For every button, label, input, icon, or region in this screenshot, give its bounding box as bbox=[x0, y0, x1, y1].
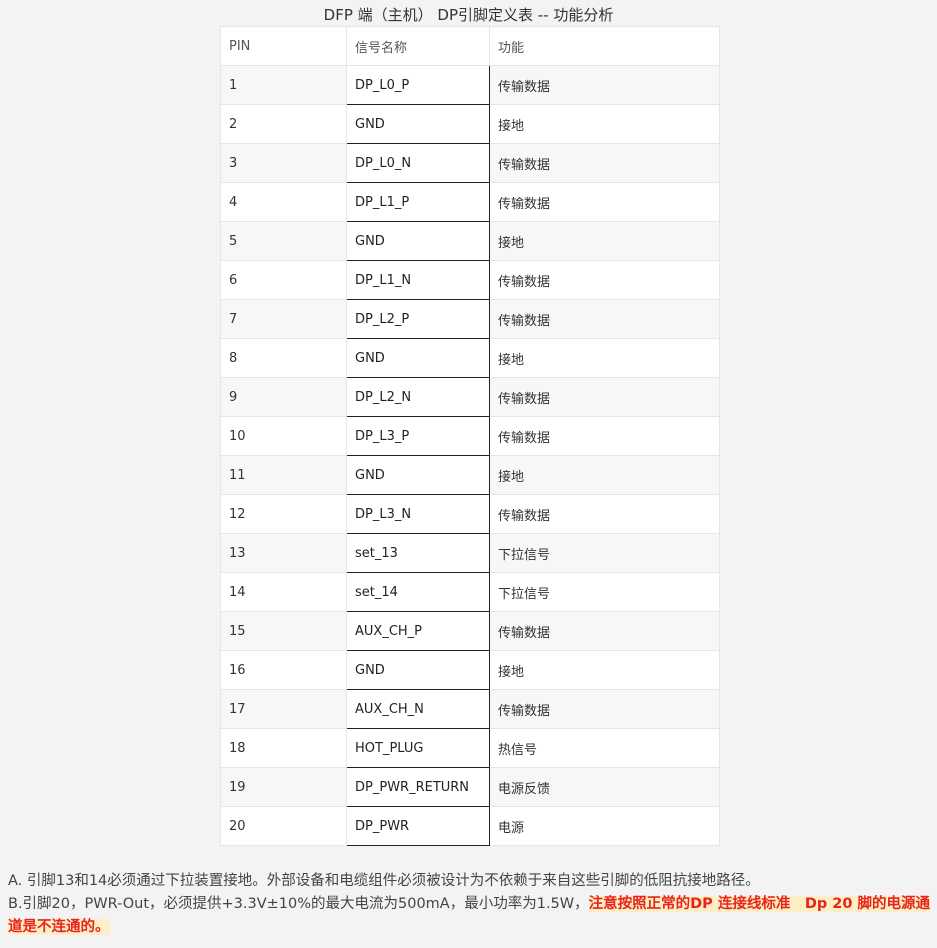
signal-name-cell: GND bbox=[346, 221, 490, 261]
table-row: 3 DP_L0_N 传输数据 bbox=[220, 143, 720, 183]
header-pin: PIN bbox=[220, 26, 347, 66]
signal-name-cell: DP_L0_P bbox=[346, 65, 490, 105]
table-body: 1 DP_L0_P 传输数据 2 GND 接地 3 DP_L0_N 传输数据 4 DP_L1_P 传输… bbox=[220, 65, 720, 846]
signal-name-cell: DP_L3_P bbox=[346, 416, 490, 456]
table-row: 4 DP_L1_P 传输数据 bbox=[220, 182, 720, 222]
signal-name-cell: DP_L2_P bbox=[346, 299, 490, 339]
table-row: 12 DP_L3_N 传输数据 bbox=[220, 494, 720, 534]
table-row: 18 HOT_PLUG 热信号 bbox=[220, 728, 720, 768]
pin-number-cell: 12 bbox=[220, 494, 347, 534]
table-row: 5 GND 接地 bbox=[220, 221, 720, 261]
function-cell: 下拉信号 bbox=[489, 533, 720, 573]
pin-number-cell: 20 bbox=[220, 806, 347, 846]
signal-name-cell: HOT_PLUG bbox=[346, 728, 490, 768]
table-header-row: PIN 信号名称 功能 bbox=[220, 26, 720, 66]
pin-number-cell: 9 bbox=[220, 377, 347, 417]
table-row: 13 set_13 下拉信号 bbox=[220, 533, 720, 573]
pin-number-cell: 11 bbox=[220, 455, 347, 495]
pin-number-cell: 2 bbox=[220, 104, 347, 144]
table-row: 19 DP_PWR_RETURN 电源反馈 bbox=[220, 767, 720, 807]
table-row: 10 DP_L3_P 传输数据 bbox=[220, 416, 720, 456]
header-signal-name: 信号名称 bbox=[346, 26, 490, 66]
pin-number-cell: 19 bbox=[220, 767, 347, 807]
function-cell: 接地 bbox=[489, 221, 720, 261]
pin-number-cell: 6 bbox=[220, 260, 347, 300]
table-row: 8 GND 接地 bbox=[220, 338, 720, 378]
function-cell: 传输数据 bbox=[489, 377, 720, 417]
pin-number-cell: 10 bbox=[220, 416, 347, 456]
signal-name-cell: DP_L1_N bbox=[346, 260, 490, 300]
signal-name-cell: DP_PWR bbox=[346, 806, 490, 846]
function-cell: 传输数据 bbox=[489, 611, 720, 651]
note-b: B.引脚20，PWR-Out，必须提供+3.3V±10%的最大电流为500mA，… bbox=[8, 893, 933, 939]
signal-name-cell: DP_L3_N bbox=[346, 494, 490, 534]
signal-name-cell: DP_L0_N bbox=[346, 143, 490, 183]
function-cell: 传输数据 bbox=[489, 143, 720, 183]
pin-number-cell: 5 bbox=[220, 221, 347, 261]
signal-name-cell: AUX_CH_N bbox=[346, 689, 490, 729]
table-row: 11 GND 接地 bbox=[220, 455, 720, 495]
note-b-text: B.引脚20，PWR-Out，必须提供+3.3V±10%的最大电流为500mA，… bbox=[8, 896, 589, 912]
table-row: 6 DP_L1_N 传输数据 bbox=[220, 260, 720, 300]
table-row: 17 AUX_CH_N 传输数据 bbox=[220, 689, 720, 729]
pin-number-cell: 3 bbox=[220, 143, 347, 183]
signal-name-cell: GND bbox=[346, 338, 490, 378]
function-cell: 传输数据 bbox=[489, 182, 720, 222]
function-cell: 接地 bbox=[489, 338, 720, 378]
signal-name-cell: GND bbox=[346, 650, 490, 690]
header-function: 功能 bbox=[489, 26, 720, 66]
pin-number-cell: 1 bbox=[220, 65, 347, 105]
function-cell: 传输数据 bbox=[489, 689, 720, 729]
table-row: 16 GND 接地 bbox=[220, 650, 720, 690]
table-caption: DFP 端（主机） DP引脚定义表 -- 功能分析 bbox=[323, 6, 614, 24]
function-cell: 传输数据 bbox=[489, 260, 720, 300]
pin-number-cell: 16 bbox=[220, 650, 347, 690]
pin-number-cell: 8 bbox=[220, 338, 347, 378]
pin-number-cell: 7 bbox=[220, 299, 347, 339]
function-cell: 接地 bbox=[489, 455, 720, 495]
notes-section: A. 引脚13和14必须通过下拉装置接地。外部设备和电缆组件必须被设计为不依赖于… bbox=[8, 870, 933, 939]
pin-number-cell: 4 bbox=[220, 182, 347, 222]
function-cell: 电源 bbox=[489, 806, 720, 846]
table-row: 7 DP_L2_P 传输数据 bbox=[220, 299, 720, 339]
signal-name-cell: DP_L1_P bbox=[346, 182, 490, 222]
function-cell: 传输数据 bbox=[489, 65, 720, 105]
note-a: A. 引脚13和14必须通过下拉装置接地。外部设备和电缆组件必须被设计为不依赖于… bbox=[8, 873, 760, 889]
table-row: 9 DP_L2_N 传输数据 bbox=[220, 377, 720, 417]
function-cell: 热信号 bbox=[489, 728, 720, 768]
pin-number-cell: 17 bbox=[220, 689, 347, 729]
signal-name-cell: DP_PWR_RETURN bbox=[346, 767, 490, 807]
pin-definition-table: PIN 信号名称 功能 1 DP_L0_P 传输数据 2 GND 接地 3 DP_L0_N 传输… bbox=[220, 26, 720, 846]
table-row: 20 DP_PWR 电源 bbox=[220, 806, 720, 846]
pin-number-cell: 13 bbox=[220, 533, 347, 573]
signal-name-cell: GND bbox=[346, 455, 490, 495]
pin-number-cell: 14 bbox=[220, 572, 347, 612]
signal-name-cell: set_13 bbox=[346, 533, 490, 573]
function-cell: 下拉信号 bbox=[489, 572, 720, 612]
signal-name-cell: AUX_CH_P bbox=[346, 611, 490, 651]
signal-name-cell: DP_L2_N bbox=[346, 377, 490, 417]
table-row: 14 set_14 下拉信号 bbox=[220, 572, 720, 612]
table-row: 2 GND 接地 bbox=[220, 104, 720, 144]
function-cell: 电源反馈 bbox=[489, 767, 720, 807]
signal-name-cell: GND bbox=[346, 104, 490, 144]
pin-number-cell: 15 bbox=[220, 611, 347, 651]
function-cell: 传输数据 bbox=[489, 494, 720, 534]
function-cell: 接地 bbox=[489, 650, 720, 690]
function-cell: 传输数据 bbox=[489, 299, 720, 339]
signal-name-cell: set_14 bbox=[346, 572, 490, 612]
table-row: 1 DP_L0_P 传输数据 bbox=[220, 65, 720, 105]
table-row: 15 AUX_CH_P 传输数据 bbox=[220, 611, 720, 651]
function-cell: 传输数据 bbox=[489, 416, 720, 456]
pin-number-cell: 18 bbox=[220, 728, 347, 768]
function-cell: 接地 bbox=[489, 104, 720, 144]
